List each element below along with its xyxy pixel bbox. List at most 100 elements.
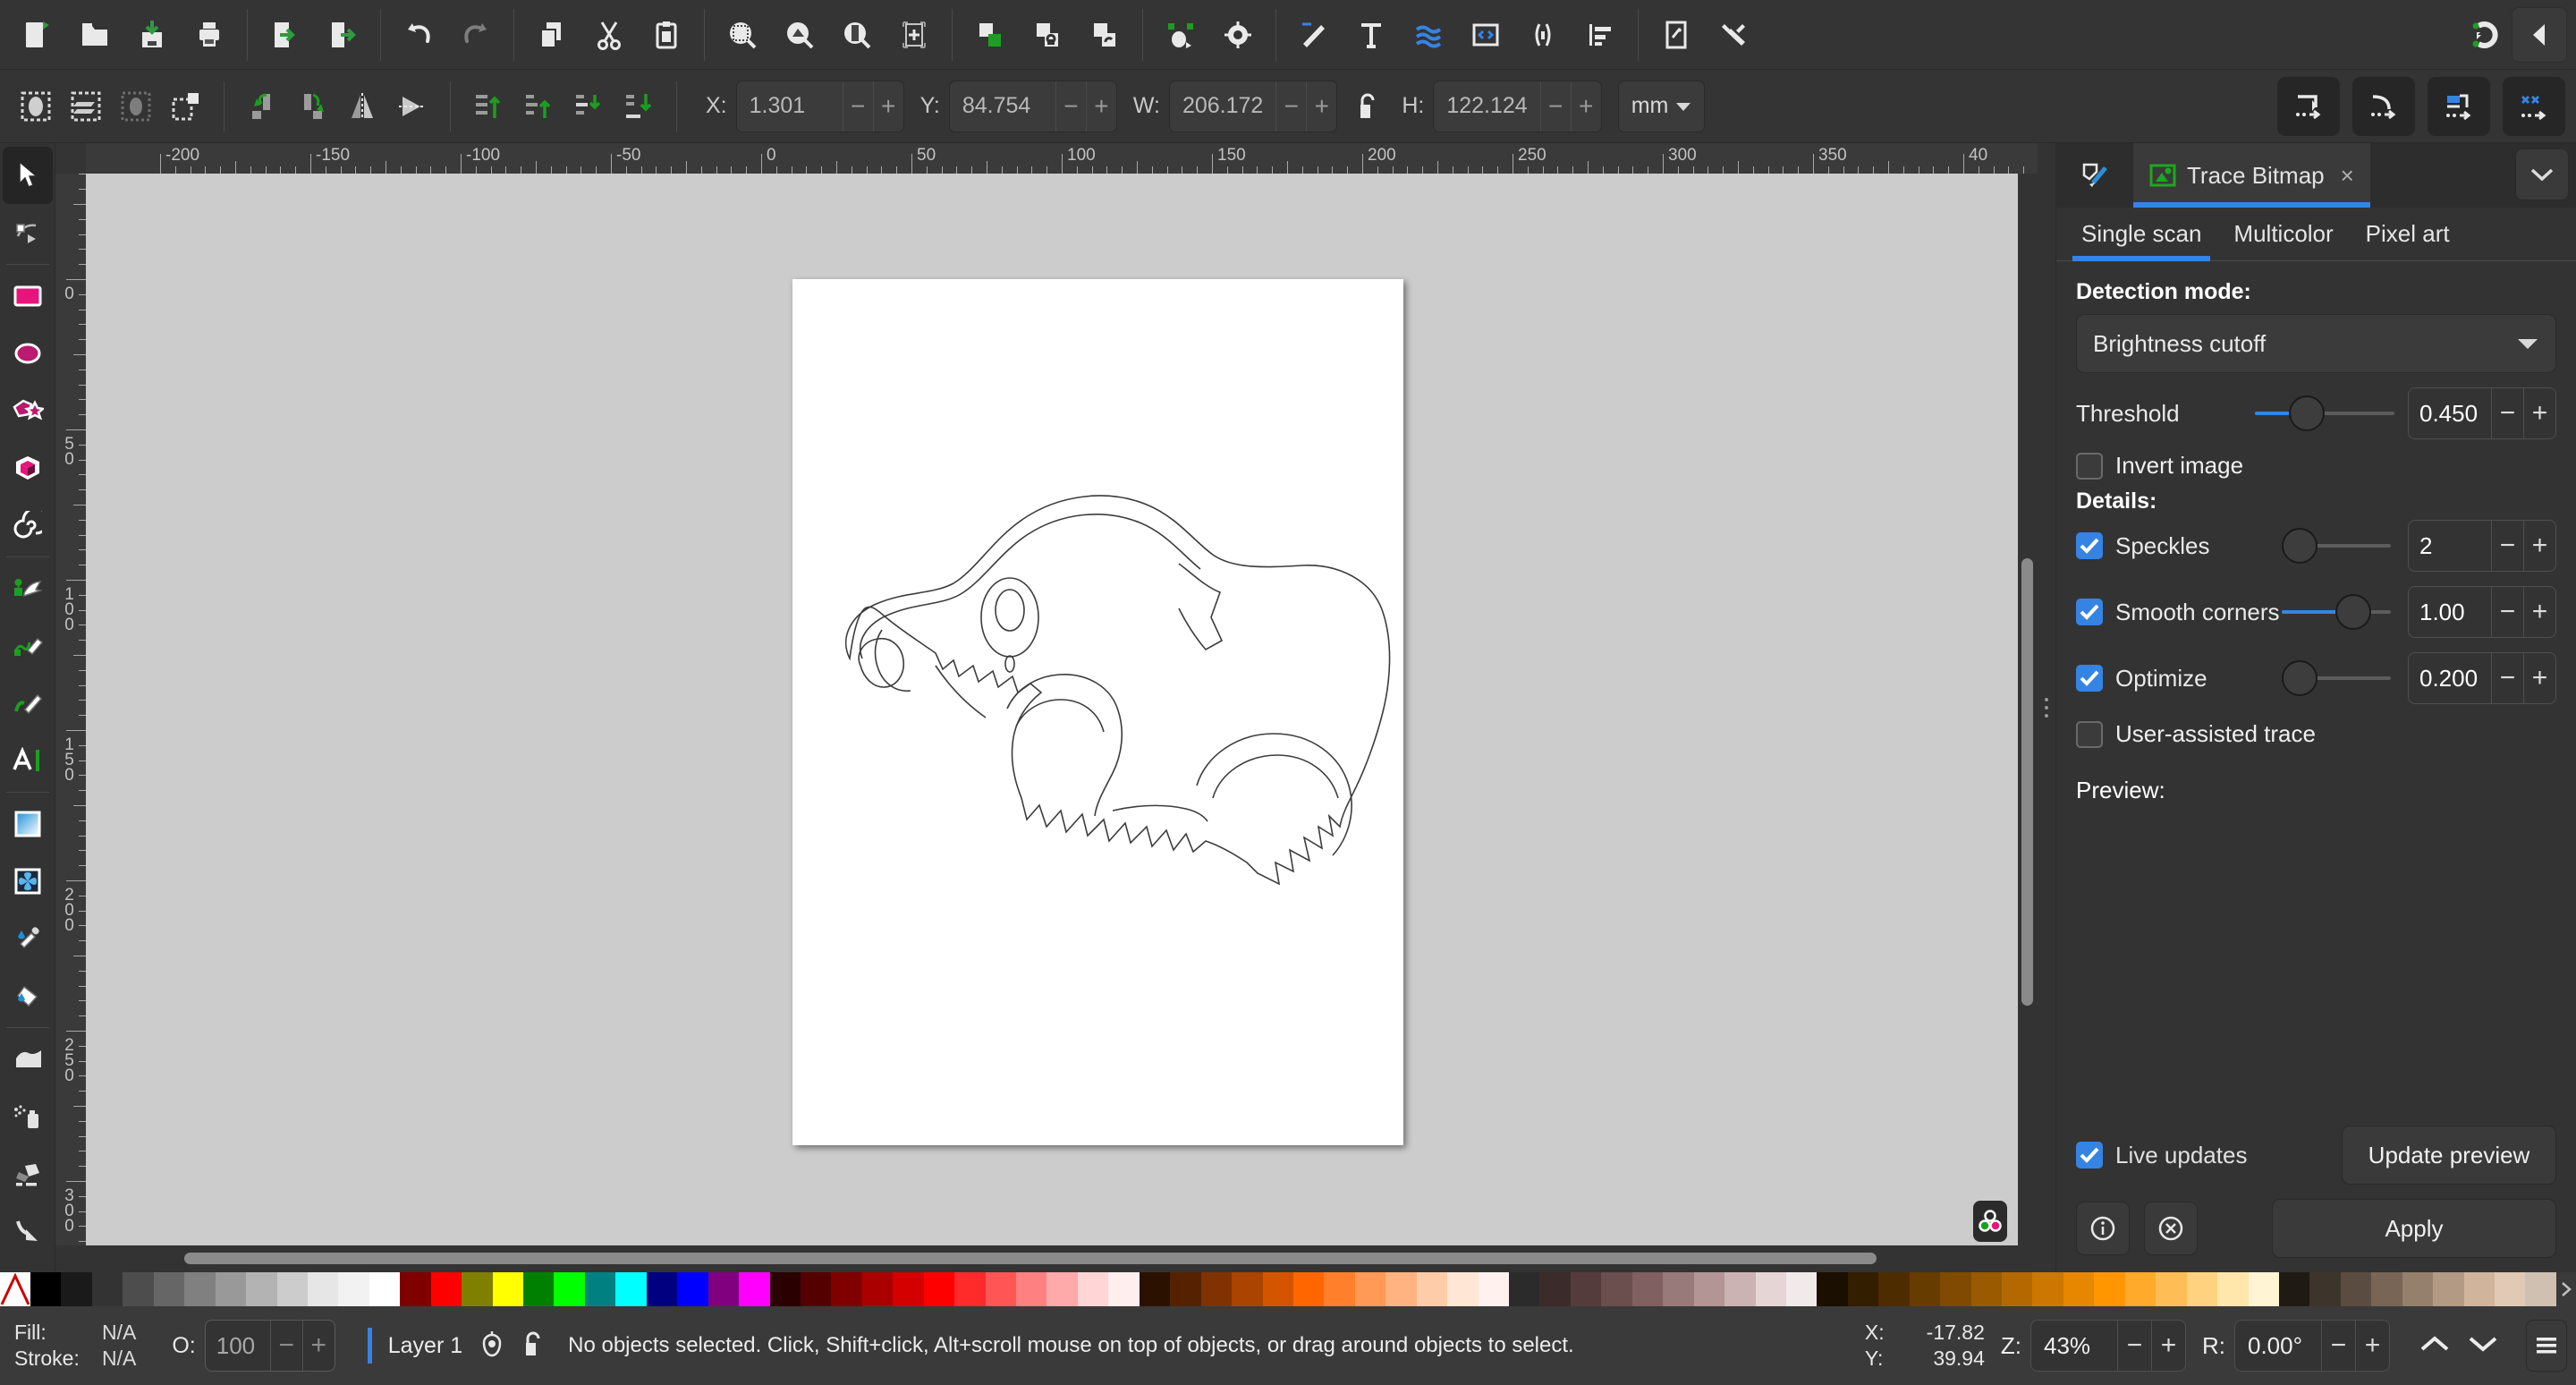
palette-swatch[interactable] (2402, 1272, 2434, 1306)
palette-swatch[interactable] (2433, 1272, 2464, 1306)
palette-swatch[interactable] (861, 1272, 894, 1306)
zoom-page-button[interactable] (828, 8, 886, 62)
palette-swatch[interactable] (462, 1272, 493, 1306)
palette-swatch[interactable] (1509, 1272, 1540, 1306)
rotation-value[interactable]: 0.00° (2235, 1332, 2321, 1360)
palette-swatch[interactable] (1847, 1272, 1879, 1306)
dock-resize-handle[interactable] (2038, 143, 2055, 1272)
select-same-button[interactable] (161, 81, 211, 132)
palette-swatch[interactable] (153, 1272, 185, 1306)
palette-swatch[interactable] (1478, 1272, 1509, 1306)
threshold-spinbox[interactable]: 0.450 − + (2408, 387, 2556, 439)
threshold-slider[interactable] (2255, 386, 2394, 441)
snap-distribution-button[interactable] (2503, 76, 2565, 136)
tool-node-editor[interactable] (3, 204, 53, 261)
eye-icon[interactable] (479, 1330, 505, 1363)
fill-stroke-dialog-button[interactable] (1400, 8, 1457, 62)
tool-ellipse[interactable] (3, 325, 53, 382)
paste-button[interactable] (638, 8, 695, 62)
palette-swatch[interactable] (1262, 1272, 1293, 1306)
x-increment-button[interactable]: + (872, 81, 903, 132)
rotate-cw-button[interactable]: + (2355, 1321, 2389, 1371)
copy-button[interactable] (523, 8, 580, 62)
palette-swatch[interactable] (91, 1272, 123, 1306)
invert-image-checkbox[interactable] (2076, 452, 2103, 480)
palette-swatch[interactable] (769, 1272, 801, 1306)
palette-swatch[interactable] (2002, 1272, 2033, 1306)
palette-swatch[interactable] (1200, 1272, 1233, 1306)
tool-star[interactable] (3, 382, 53, 439)
tab-single-scan[interactable]: Single scan (2065, 208, 2217, 261)
palette-swatch[interactable] (1755, 1272, 1786, 1306)
palette-swatch[interactable] (646, 1272, 678, 1306)
trace-info-button[interactable] (2076, 1202, 2130, 1255)
hamburger-menu-icon[interactable] (2526, 1320, 2567, 1372)
redo-button[interactable] (447, 8, 504, 62)
swatch-none[interactable] (0, 1272, 30, 1306)
document-page[interactable] (792, 279, 1403, 1145)
palette-swatch[interactable] (1817, 1272, 1848, 1306)
palette-swatch[interactable] (1385, 1272, 1417, 1306)
scrollbar-thumb[interactable] (2021, 558, 2033, 1006)
zoom-value[interactable]: 43% (2031, 1332, 2117, 1360)
palette-swatch[interactable] (2124, 1272, 2157, 1306)
print-document-button[interactable] (181, 8, 238, 62)
palette-swatch[interactable] (1416, 1272, 1448, 1306)
tool-paint-bucket[interactable] (3, 967, 53, 1024)
user-assisted-trace-row[interactable]: User-assisted trace (2076, 720, 2556, 748)
rotation-field[interactable]: 0.00° − + (2234, 1320, 2390, 1372)
import-button[interactable] (257, 8, 314, 62)
h-field-value[interactable]: 122.124 (1434, 81, 1539, 132)
palette-swatch[interactable] (739, 1272, 770, 1306)
apply-button[interactable]: Apply (2272, 1199, 2556, 1258)
canvas[interactable] (86, 174, 2018, 1245)
select-all-button[interactable] (11, 81, 61, 132)
opacity-increment-button[interactable]: + (301, 1321, 335, 1371)
dock-tab-trace-bitmap[interactable]: Trace Bitmap × (2133, 143, 2370, 208)
palette-swatch[interactable] (1940, 1272, 1971, 1306)
palette-swatch[interactable] (893, 1272, 924, 1306)
palette-swatch[interactable] (369, 1272, 401, 1306)
speckles-checkbox[interactable] (2076, 532, 2103, 559)
palette-swatch[interactable] (215, 1272, 247, 1306)
invert-image-row[interactable]: Invert image (2076, 452, 2556, 480)
tab-pixel-art[interactable]: Pixel art (2350, 208, 2466, 260)
xml-editor-button[interactable] (1285, 8, 1343, 62)
palette-swatches[interactable] (30, 1272, 2556, 1306)
ruler-corner[interactable] (55, 143, 86, 174)
palette-swatch[interactable] (831, 1272, 862, 1306)
zoom-field[interactable]: 43% − + (2030, 1320, 2186, 1372)
palette-swatch[interactable] (1970, 1272, 2002, 1306)
speckles-spinbox[interactable]: 2 − + (2408, 520, 2556, 572)
align-distribute-button[interactable] (1572, 8, 1629, 62)
palette-swatch[interactable] (677, 1272, 708, 1306)
tool-eraser[interactable] (3, 1145, 53, 1202)
smooth-corners-checkbox[interactable] (2076, 599, 2103, 625)
palette-swatch[interactable] (523, 1272, 555, 1306)
palette-swatch[interactable] (338, 1272, 369, 1306)
optimize-checkbox[interactable] (2076, 665, 2103, 692)
duplicate-button[interactable] (962, 8, 1019, 62)
w-field[interactable]: 206.172 − + (1168, 80, 1338, 132)
snap-bounding-box-button[interactable] (2277, 76, 2340, 136)
palette-swatch[interactable] (246, 1272, 277, 1306)
undo-button[interactable] (390, 8, 447, 62)
deselect-button[interactable] (111, 81, 161, 132)
zoom-center-page-button[interactable] (886, 8, 943, 62)
mask-set-button[interactable] (1209, 8, 1267, 62)
tool-3dbox[interactable] (3, 439, 53, 497)
tool-gradient[interactable] (3, 795, 53, 853)
palette-swatch[interactable] (1324, 1272, 1355, 1306)
color-managed-view-button[interactable] (1973, 1201, 2007, 1242)
palette-swatch[interactable] (1878, 1272, 1910, 1306)
optimize-spinbox[interactable]: 0.200 − + (2408, 652, 2556, 704)
palette-scroll-button[interactable] (2556, 1272, 2576, 1306)
lock-aspect-ratio-button[interactable] (1343, 81, 1393, 132)
opacity-value[interactable]: 100 (206, 1332, 270, 1360)
canvas-horizontal-scrollbar[interactable] (86, 1245, 1984, 1272)
w-field-value[interactable]: 206.172 (1170, 81, 1275, 132)
palette-swatch[interactable] (2371, 1272, 2402, 1306)
trace-reset-button[interactable] (2144, 1202, 2198, 1255)
chevron-down-icon[interactable] (2467, 1333, 2499, 1359)
palette-swatch[interactable] (2463, 1272, 2495, 1306)
